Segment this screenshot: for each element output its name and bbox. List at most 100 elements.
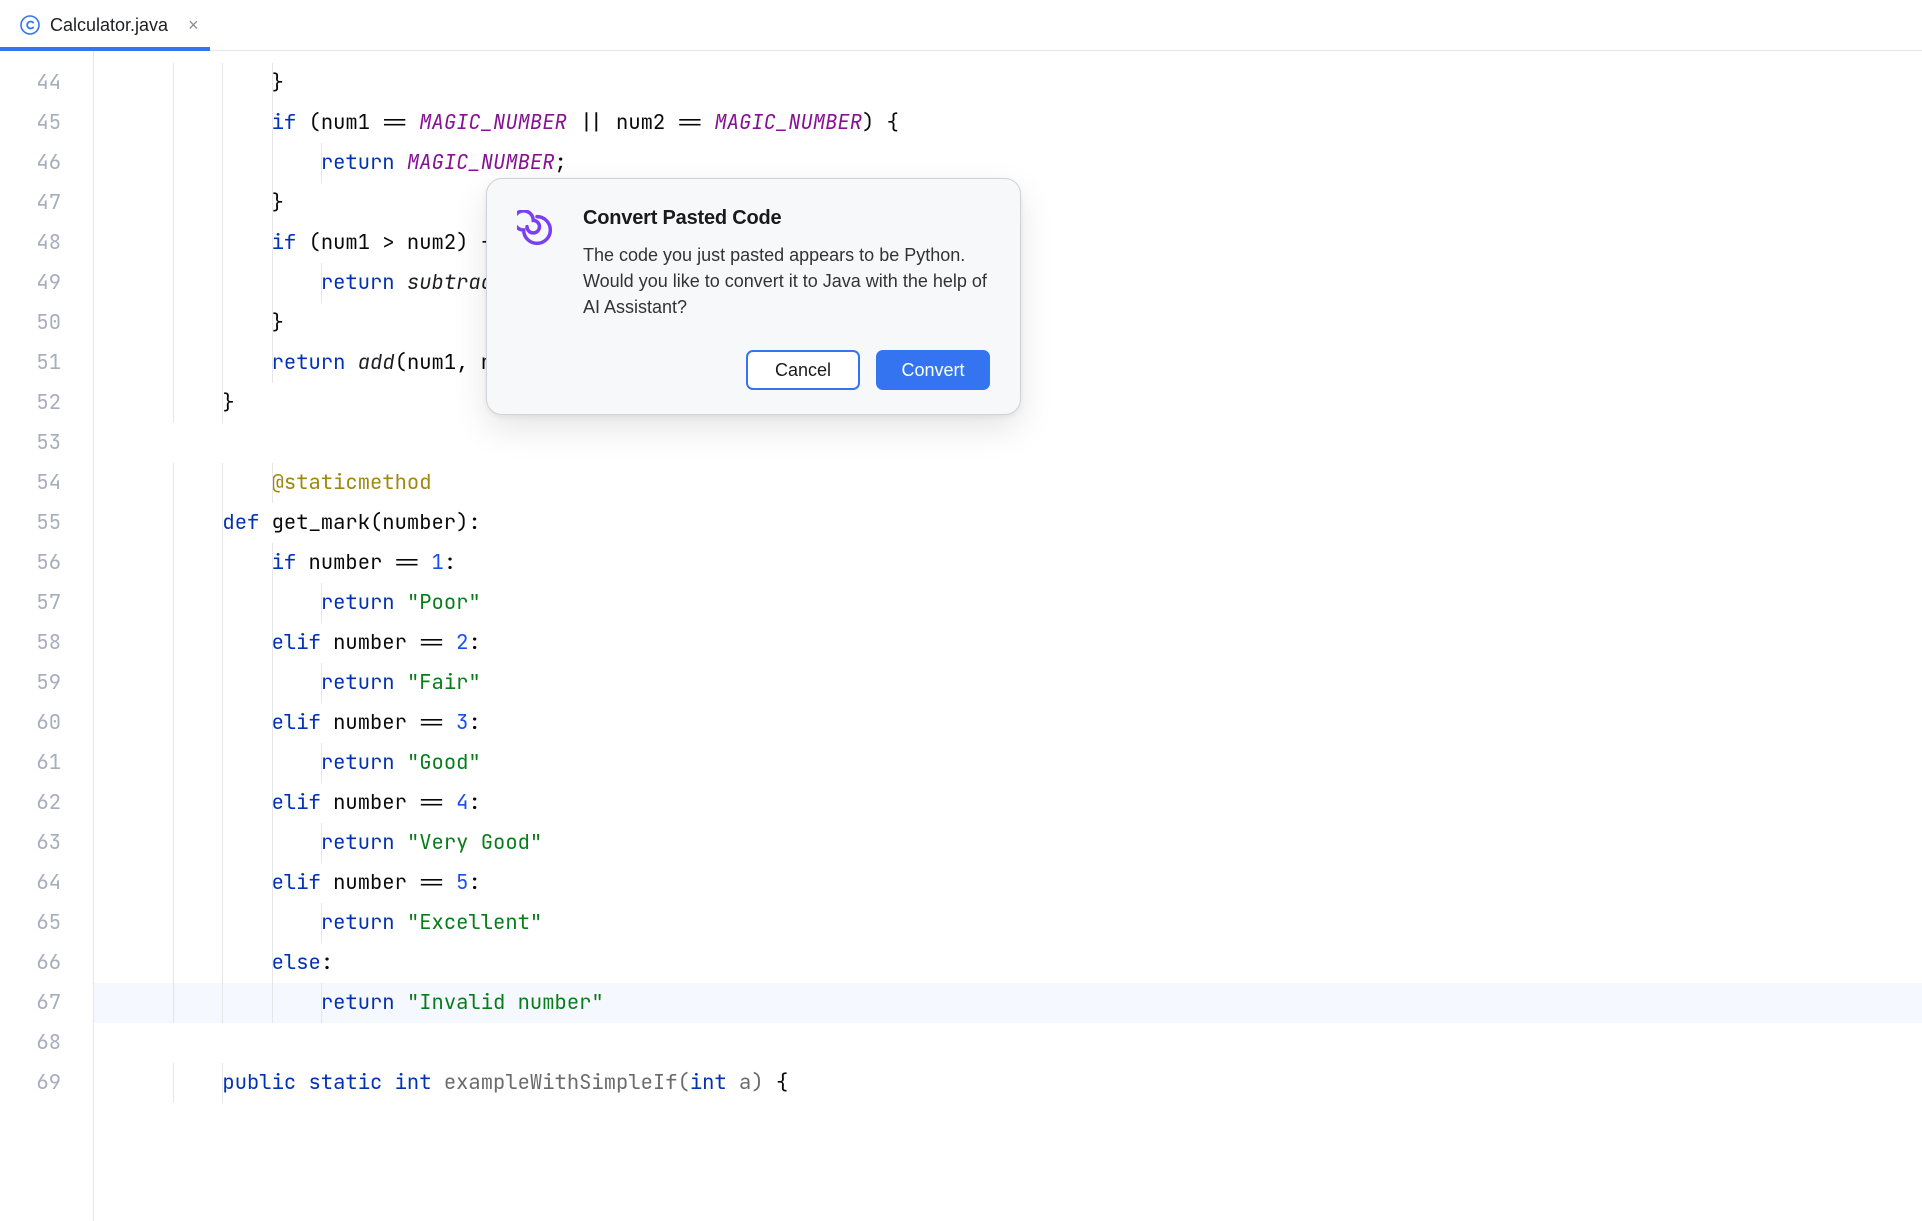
code-token: (num1 > num2) { xyxy=(296,229,493,256)
code-line[interactable]: def get_mark(number): xyxy=(94,503,1922,543)
code-token xyxy=(395,669,407,696)
code-line[interactable]: return "Poor" xyxy=(94,583,1922,623)
indent-guide xyxy=(173,823,174,863)
code-token: "Good" xyxy=(407,749,481,776)
indent-guide xyxy=(173,463,174,503)
code-token: (num1 == xyxy=(296,109,419,136)
line-number: 56 xyxy=(0,543,61,583)
code-token: 1 xyxy=(432,549,444,576)
indent-guide xyxy=(173,503,174,543)
code-token: : xyxy=(468,629,480,656)
code-line[interactable]: elif number == 2: xyxy=(94,623,1922,663)
code-line[interactable] xyxy=(94,1023,1922,1063)
line-number: 44 xyxy=(0,63,61,103)
indent-guide xyxy=(222,1063,223,1103)
code-line[interactable]: elif number == 4: xyxy=(94,783,1922,823)
convert-button[interactable]: Convert xyxy=(876,350,990,390)
code-token: : xyxy=(468,709,480,736)
code-line[interactable]: return "Good" xyxy=(94,743,1922,783)
indent-guide xyxy=(222,303,223,343)
code-token: def xyxy=(222,509,259,536)
indent-guide xyxy=(222,263,223,303)
indent-guide xyxy=(272,983,273,1023)
code-token xyxy=(395,909,407,936)
code-token xyxy=(395,829,407,856)
line-number: 63 xyxy=(0,823,61,863)
line-number: 57 xyxy=(0,583,61,623)
line-number: 59 xyxy=(0,663,61,703)
code-line[interactable]: elif number == 3: xyxy=(94,703,1922,743)
code-line[interactable]: return "Very Good" xyxy=(94,823,1922,863)
indent-guide xyxy=(173,383,174,423)
ai-assistant-spiral-icon xyxy=(517,210,557,250)
code-line[interactable]: } xyxy=(94,63,1922,103)
code-token: if xyxy=(272,109,297,136)
code-token: "Invalid number" xyxy=(407,989,604,1016)
code-line[interactable]: return "Fair" xyxy=(94,663,1922,703)
indent-guide xyxy=(272,183,273,223)
indent-guide xyxy=(272,463,273,503)
indent-guide xyxy=(173,903,174,943)
code-token: add xyxy=(358,349,395,376)
indent-guide xyxy=(222,663,223,703)
indent-guide xyxy=(222,583,223,623)
line-number: 62 xyxy=(0,783,61,823)
code-token: : xyxy=(444,549,456,576)
line-number: 58 xyxy=(0,623,61,663)
code-token: @staticmethod xyxy=(272,469,432,496)
indent-guide xyxy=(173,943,174,983)
code-token: else xyxy=(272,949,321,976)
indent-guide xyxy=(272,823,273,863)
code-token xyxy=(432,1069,444,1096)
code-token: : xyxy=(468,789,480,816)
code-line[interactable]: return "Excellent" xyxy=(94,903,1922,943)
code-token: "Excellent" xyxy=(407,909,542,936)
indent-guide xyxy=(321,823,322,863)
indent-guide xyxy=(272,743,273,783)
code-token: return xyxy=(321,269,395,296)
code-token: number == xyxy=(296,549,431,576)
code-token xyxy=(395,149,407,176)
indent-guide xyxy=(222,463,223,503)
line-number: 45 xyxy=(0,103,61,143)
code-token: MAGIC_NUMBER xyxy=(407,149,555,176)
indent-guide xyxy=(272,863,273,903)
indent-guide xyxy=(173,223,174,263)
indent-guide xyxy=(222,223,223,263)
indent-guide xyxy=(173,143,174,183)
code-token: ) { xyxy=(862,109,899,136)
line-number: 61 xyxy=(0,743,61,783)
code-line[interactable]: else: xyxy=(94,943,1922,983)
indent-guide xyxy=(173,983,174,1023)
close-tab-icon[interactable]: × xyxy=(184,13,203,38)
code-line[interactable]: return "Invalid number" xyxy=(94,983,1922,1023)
indent-guide xyxy=(222,943,223,983)
code-line[interactable]: @staticmethod xyxy=(94,463,1922,503)
indent-guide xyxy=(272,583,273,623)
dialog-message: The code you just pasted appears to be P… xyxy=(583,242,990,320)
editor-tab-bar: Calculator.java × xyxy=(0,0,1922,51)
indent-guide xyxy=(222,103,223,143)
cancel-button[interactable]: Cancel xyxy=(746,350,860,390)
code-token: : xyxy=(468,869,480,896)
code-token: if xyxy=(272,549,297,576)
java-class-file-icon xyxy=(20,15,40,35)
code-line[interactable]: public static int exampleWithSimpleIf(in… xyxy=(94,1063,1922,1103)
line-number: 51 xyxy=(0,343,61,383)
code-line[interactable]: return MAGIC_NUMBER; xyxy=(94,143,1922,183)
code-line[interactable]: elif number == 5: xyxy=(94,863,1922,903)
code-token: "Very Good" xyxy=(407,829,542,856)
code-line[interactable]: if number == 1: xyxy=(94,543,1922,583)
code-line[interactable] xyxy=(94,423,1922,463)
code-token: elif xyxy=(272,709,321,736)
line-number: 68 xyxy=(0,1023,61,1063)
indent-guide xyxy=(321,143,322,183)
indent-guide xyxy=(272,903,273,943)
code-token xyxy=(395,749,407,776)
code-line[interactable]: if (num1 == MAGIC_NUMBER || num2 == MAGI… xyxy=(94,103,1922,143)
editor-tab[interactable]: Calculator.java × xyxy=(0,0,219,50)
code-token: number == xyxy=(321,869,456,896)
indent-guide xyxy=(272,303,273,343)
code-token: return xyxy=(321,989,395,1016)
code-token: MAGIC_NUMBER xyxy=(419,109,567,136)
